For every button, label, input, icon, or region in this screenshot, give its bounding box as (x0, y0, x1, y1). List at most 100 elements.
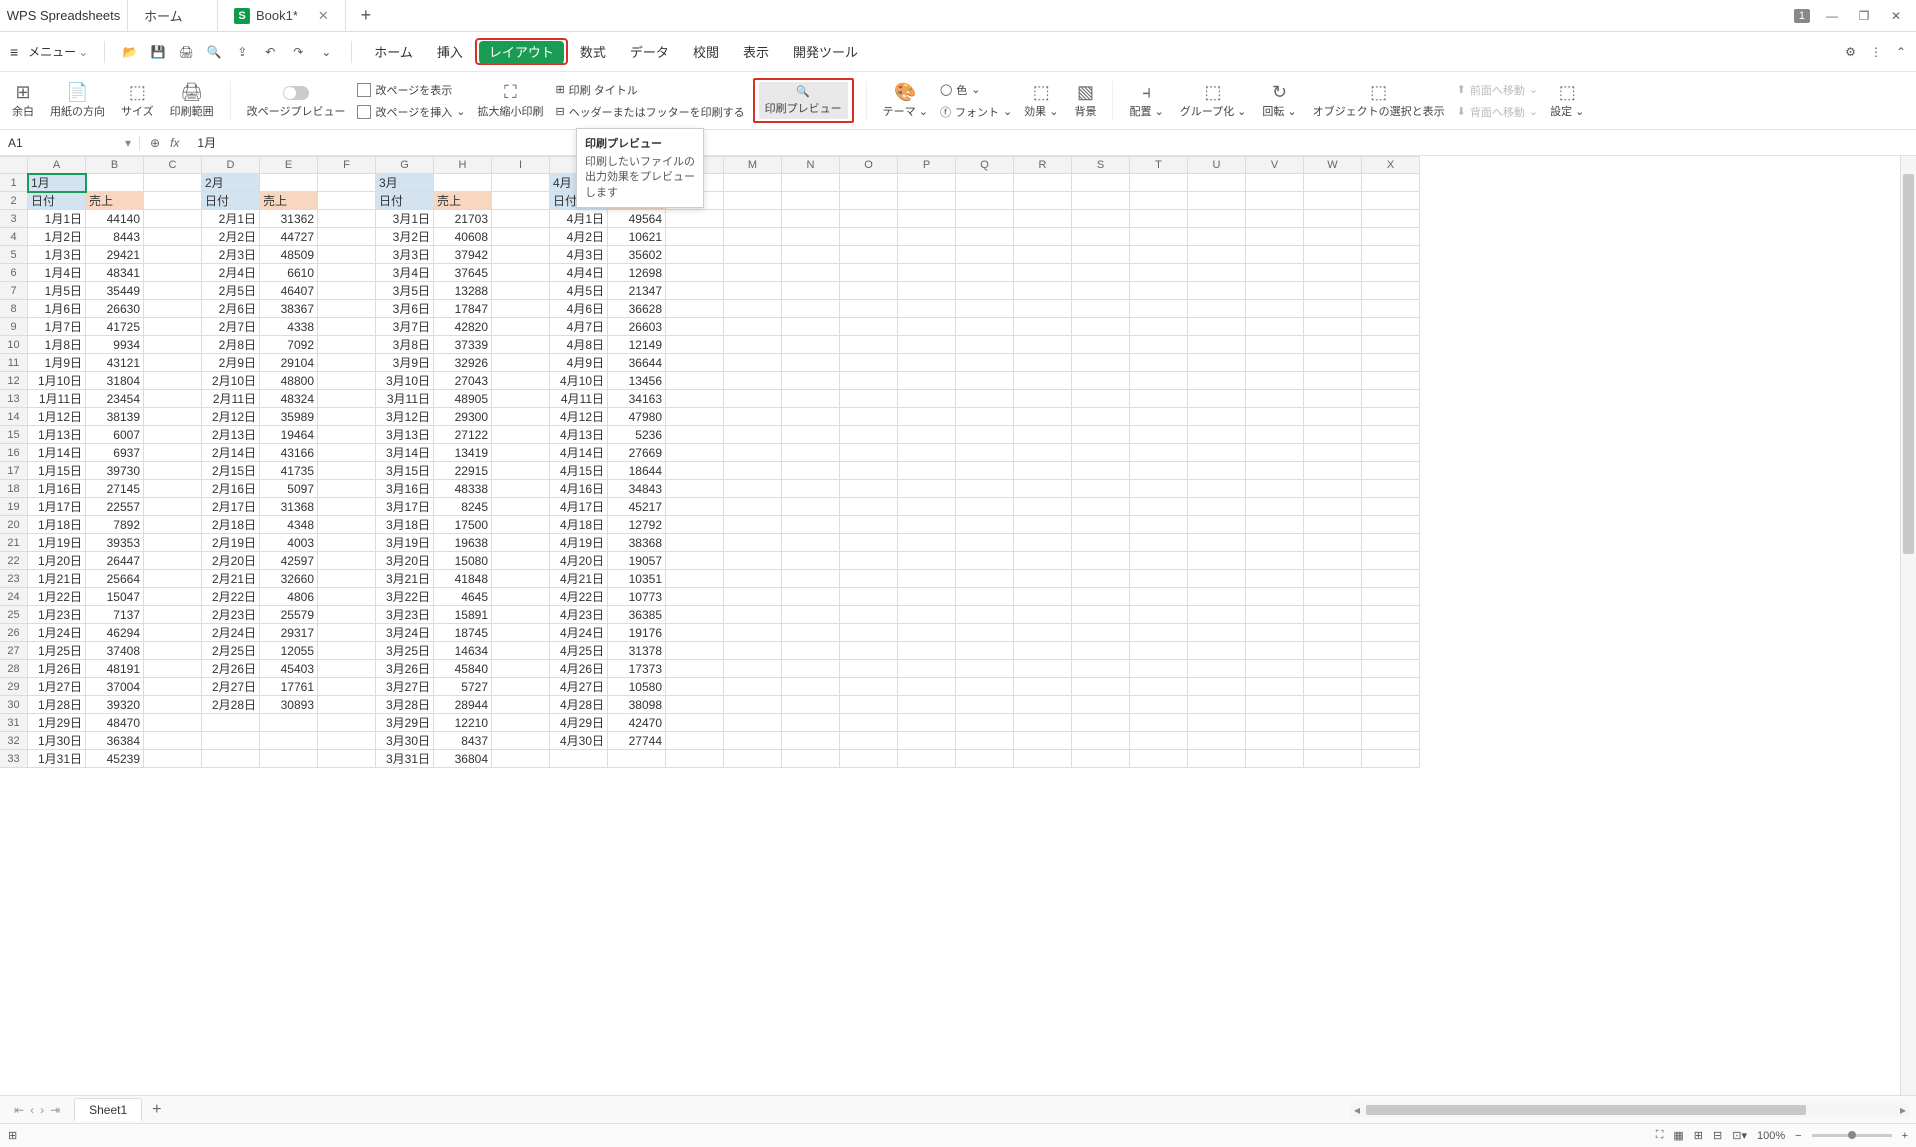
cell[interactable] (666, 336, 724, 354)
tab-developer[interactable]: 開発ツール (781, 36, 870, 67)
cell[interactable] (1014, 642, 1072, 660)
cell[interactable] (492, 210, 550, 228)
cell[interactable]: 36644 (608, 354, 666, 372)
cell[interactable]: 1月22日 (28, 588, 86, 606)
cell[interactable]: 1月29日 (28, 714, 86, 732)
cell[interactable] (318, 642, 376, 660)
cell[interactable] (898, 210, 956, 228)
row-header[interactable]: 3 (0, 210, 28, 228)
cell[interactable] (782, 228, 840, 246)
cell[interactable] (956, 336, 1014, 354)
cell[interactable] (1304, 516, 1362, 534)
cell[interactable]: 4月23日 (550, 606, 608, 624)
cell[interactable] (1130, 552, 1188, 570)
cell[interactable] (840, 552, 898, 570)
cell[interactable] (782, 714, 840, 732)
cell[interactable] (898, 696, 956, 714)
cell[interactable]: 3月8日 (376, 336, 434, 354)
cell[interactable]: 1月9日 (28, 354, 86, 372)
cell[interactable]: 19057 (608, 552, 666, 570)
cell[interactable]: 4月11日 (550, 390, 608, 408)
cell[interactable]: 4月3日 (550, 246, 608, 264)
cell[interactable] (1362, 588, 1420, 606)
cell[interactable] (840, 228, 898, 246)
cell[interactable]: 38367 (260, 300, 318, 318)
cell[interactable] (782, 336, 840, 354)
cell[interactable] (724, 372, 782, 390)
cell[interactable] (840, 318, 898, 336)
cell[interactable]: 48800 (260, 372, 318, 390)
cell[interactable] (1130, 606, 1188, 624)
cell[interactable]: 1月16日 (28, 480, 86, 498)
cell[interactable]: 3月28日 (376, 696, 434, 714)
cell[interactable] (840, 516, 898, 534)
cell[interactable]: 3月3日 (376, 246, 434, 264)
cell[interactable] (1188, 174, 1246, 192)
cell[interactable]: 4月18日 (550, 516, 608, 534)
cell[interactable] (318, 516, 376, 534)
column-header[interactable]: F (318, 156, 376, 174)
cell[interactable] (1072, 228, 1130, 246)
cell[interactable] (492, 534, 550, 552)
cell[interactable] (1246, 516, 1304, 534)
tab-insert[interactable]: 挿入 (425, 36, 475, 67)
cell[interactable] (492, 426, 550, 444)
cell[interactable] (318, 336, 376, 354)
cell[interactable]: 4月17日 (550, 498, 608, 516)
cell[interactable]: 2月7日 (202, 318, 260, 336)
cell[interactable]: 22915 (434, 462, 492, 480)
cell[interactable] (318, 498, 376, 516)
cell[interactable] (782, 624, 840, 642)
align-button[interactable]: ⫞配置 ⌄ (1125, 82, 1167, 119)
cell[interactable] (1014, 480, 1072, 498)
cell[interactable] (956, 606, 1014, 624)
cell[interactable] (840, 372, 898, 390)
cell[interactable]: 2月23日 (202, 606, 260, 624)
cell[interactable] (144, 462, 202, 480)
cell[interactable] (956, 300, 1014, 318)
cell[interactable] (318, 588, 376, 606)
cell[interactable]: 2月28日 (202, 696, 260, 714)
cell[interactable] (1130, 660, 1188, 678)
zoom-slider[interactable] (1812, 1134, 1892, 1137)
scroll-right-icon[interactable]: ▸ (1896, 1103, 1910, 1117)
cell[interactable] (1072, 282, 1130, 300)
cell[interactable]: 2月9日 (202, 354, 260, 372)
cell[interactable] (724, 750, 782, 768)
cell[interactable] (898, 318, 956, 336)
cell[interactable] (318, 300, 376, 318)
cell[interactable] (840, 390, 898, 408)
cell[interactable] (666, 354, 724, 372)
cell[interactable] (1014, 192, 1072, 210)
cell[interactable] (956, 678, 1014, 696)
cell[interactable]: 32660 (260, 570, 318, 588)
cell[interactable] (1072, 336, 1130, 354)
cell[interactable] (1246, 732, 1304, 750)
cell[interactable] (1072, 210, 1130, 228)
cell[interactable] (260, 174, 318, 192)
cell[interactable] (782, 210, 840, 228)
cell[interactable]: 3月1日 (376, 210, 434, 228)
cell[interactable] (1072, 372, 1130, 390)
column-header[interactable]: M (724, 156, 782, 174)
column-header[interactable]: A (28, 156, 86, 174)
cell[interactable] (840, 750, 898, 768)
cell[interactable] (724, 714, 782, 732)
tab-view[interactable]: 表示 (731, 36, 781, 67)
cell[interactable]: 18745 (434, 624, 492, 642)
cell[interactable] (1130, 300, 1188, 318)
cell[interactable]: 46294 (86, 624, 144, 642)
cell[interactable] (1246, 552, 1304, 570)
cell[interactable] (1304, 588, 1362, 606)
cell[interactable] (840, 210, 898, 228)
cell[interactable] (1362, 480, 1420, 498)
row-header[interactable]: 23 (0, 570, 28, 588)
cell[interactable] (1246, 246, 1304, 264)
cell[interactable]: 4338 (260, 318, 318, 336)
cell[interactable] (840, 408, 898, 426)
row-header[interactable]: 15 (0, 426, 28, 444)
cell[interactable] (318, 606, 376, 624)
cell[interactable] (898, 444, 956, 462)
cell[interactable]: 30893 (260, 696, 318, 714)
cell[interactable]: 36384 (86, 732, 144, 750)
